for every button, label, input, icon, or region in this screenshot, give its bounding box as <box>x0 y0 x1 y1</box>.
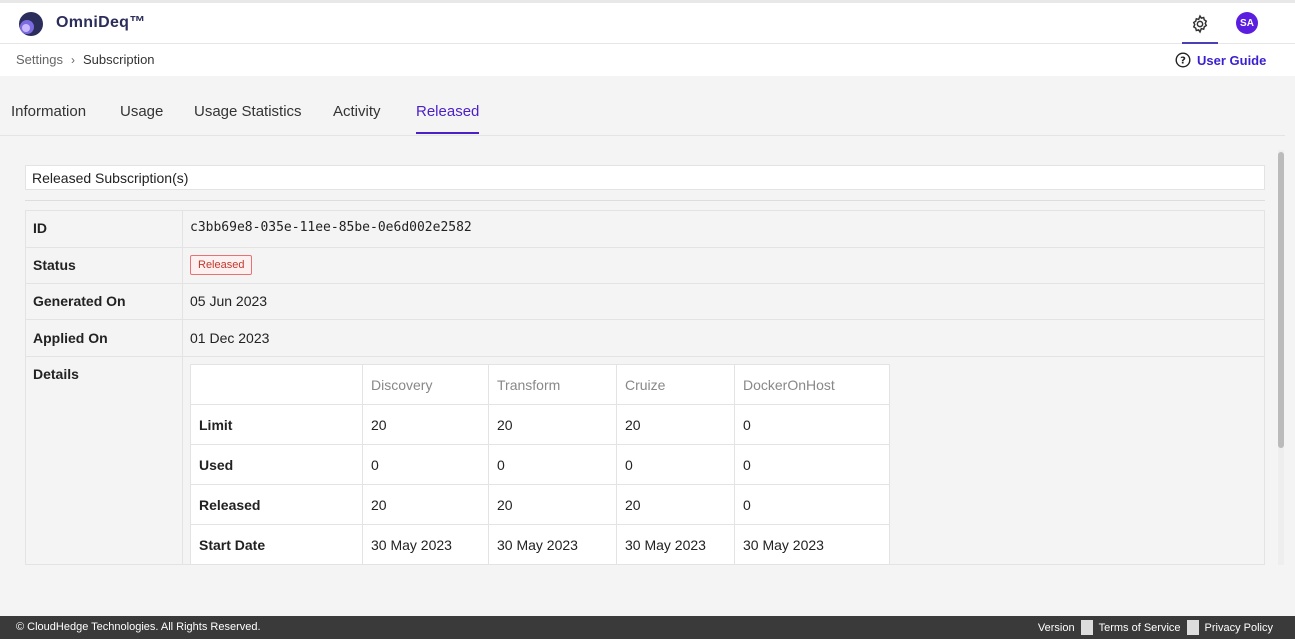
info-row-applied: Applied On 01 Dec 2023 <box>26 320 1264 357</box>
info-row-generated: Generated On 05 Jun 2023 <box>26 284 1264 320</box>
table-cell: 0 <box>616 444 735 485</box>
tab-usage[interactable]: Usage <box>120 103 163 132</box>
row-header: Start Date <box>190 524 363 565</box>
table-cell: 20 <box>488 404 617 445</box>
table-row: Released 20 20 20 0 <box>190 484 890 525</box>
footer-links: Version Terms of Service Privacy Policy <box>1032 620 1279 635</box>
chevron-right-icon: › <box>70 52 75 67</box>
details-header-cell: DockerOnHost <box>734 364 890 405</box>
table-cell: 30 May 2023 <box>734 524 890 565</box>
breadcrumb: Settings › Subscription <box>16 52 155 67</box>
privacy-link[interactable]: Privacy Policy <box>1199 622 1279 634</box>
breadcrumb-current: Subscription <box>82 52 155 67</box>
table-cell: 30 May 2023 <box>616 524 735 565</box>
app-title[interactable]: OmniDeq™ <box>56 14 146 32</box>
table-cell: 0 <box>734 404 890 445</box>
details-header-cell: Transform <box>488 364 617 405</box>
tab-activity[interactable]: Activity <box>333 103 381 132</box>
section-title: Released Subscription(s) <box>25 165 1265 190</box>
details-label: Details <box>33 366 79 382</box>
breadcrumb-settings[interactable]: Settings <box>16 52 63 67</box>
details-header-row: Discovery Transform Cruize DockerOnHost <box>190 364 890 405</box>
details-header-cell: Cruize <box>616 364 735 405</box>
tab-bar: Information Usage Usage Statistics Activ… <box>0 94 1285 136</box>
table-cell: 0 <box>362 444 489 485</box>
table-cell: 20 <box>616 484 735 525</box>
svg-text:?: ? <box>1180 56 1186 67</box>
copyright-text: © CloudHedge Technologies. All Rights Re… <box>16 621 261 633</box>
tab-information[interactable]: Information <box>11 103 86 132</box>
table-cell: 30 May 2023 <box>488 524 617 565</box>
table-cell: 0 <box>488 444 617 485</box>
gear-icon <box>1192 14 1208 34</box>
table-row: Limit 20 20 20 0 <box>190 404 890 445</box>
divider <box>25 200 1265 201</box>
user-guide-link[interactable]: ? User Guide <box>1175 52 1266 68</box>
table-cell: 20 <box>362 484 489 525</box>
generated-on-value: 05 Jun 2023 <box>190 293 268 309</box>
table-cell: 30 May 2023 <box>362 524 489 565</box>
details-table: Discovery Transform Cruize DockerOnHost … <box>190 364 890 565</box>
user-guide-label: User Guide <box>1197 52 1267 68</box>
table-cell: 0 <box>734 444 890 485</box>
info-row-id: ID c3bb69e8-035e-11ee-85be-0e6d002e2582 <box>26 211 1264 248</box>
id-value: c3bb69e8-035e-11ee-85be-0e6d002e2582 <box>190 220 472 235</box>
details-header-empty <box>190 364 363 405</box>
status-badge: Released <box>190 255 253 275</box>
details-header-cell: Discovery <box>362 364 489 405</box>
table-row: Used 0 0 0 0 <box>190 444 890 485</box>
table-cell: 20 <box>488 484 617 525</box>
omnideq-logo-icon[interactable] <box>18 11 44 37</box>
version-link[interactable]: Version <box>1032 622 1081 634</box>
row-header: Used <box>190 444 363 485</box>
generated-on-label: Generated On <box>33 293 126 309</box>
footer-divider <box>1186 620 1199 635</box>
table-cell: 20 <box>616 404 735 445</box>
scrollbar-thumb[interactable] <box>1278 152 1284 448</box>
settings-button[interactable] <box>1182 6 1218 44</box>
user-avatar[interactable]: SA <box>1236 12 1258 34</box>
tab-usage-statistics[interactable]: Usage Statistics <box>194 103 302 132</box>
sub-bar <box>0 44 1295 76</box>
footer: © CloudHedge Technologies. All Rights Re… <box>0 616 1295 639</box>
footer-divider <box>1080 620 1093 635</box>
tab-released[interactable]: Released <box>416 103 480 134</box>
table-row: Start Date 30 May 2023 30 May 2023 30 Ma… <box>190 524 890 565</box>
help-circle-icon: ? <box>1175 52 1191 68</box>
table-cell: 20 <box>362 404 489 445</box>
top-bar: OmniDeq™ SA <box>0 0 1295 44</box>
row-header: Limit <box>190 404 363 445</box>
status-label: Status <box>33 257 76 273</box>
info-row-status: Status Released <box>26 248 1264 284</box>
id-label: ID <box>33 220 47 236</box>
applied-on-value: 01 Dec 2023 <box>190 330 270 346</box>
terms-link[interactable]: Terms of Service <box>1093 622 1187 634</box>
table-cell: 0 <box>734 484 890 525</box>
applied-on-label: Applied On <box>33 330 108 346</box>
row-header: Released <box>190 484 363 525</box>
